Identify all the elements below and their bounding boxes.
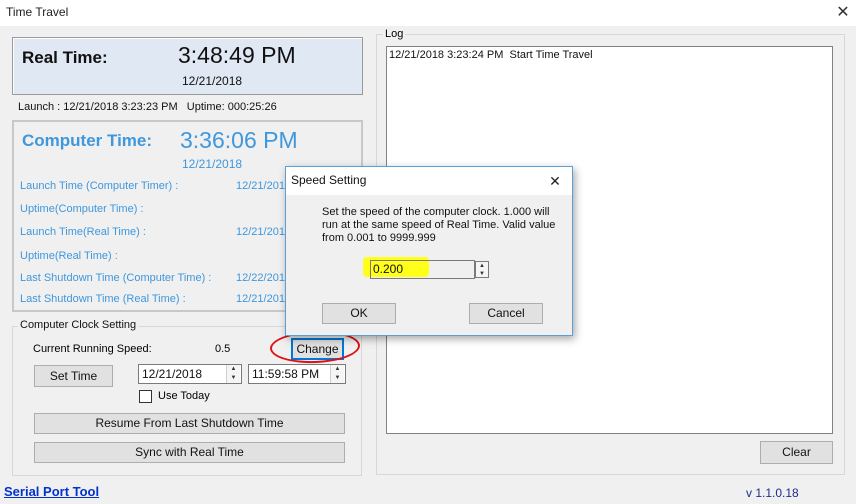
log-title: Log — [383, 28, 406, 40]
dialog-message: Set the speed of the computer clock. 1.0… — [322, 206, 556, 244]
running-speed-label: Current Running Speed: — [33, 343, 152, 355]
real-time-label: Real Time: — [22, 48, 108, 67]
spin-down-icon[interactable]: ▼ — [227, 374, 240, 383]
speed-input-value: 0.200 — [373, 262, 404, 276]
computer-time-date: 12/21/2018 — [182, 157, 243, 171]
launch-time-computer-value: 12/21/201 — [236, 180, 285, 192]
set-time-button[interactable]: Set Time — [34, 365, 113, 387]
sync-real-time-button[interactable]: Sync with Real Time — [34, 442, 345, 463]
use-today-label: Use Today — [158, 390, 210, 402]
window-title: Time Travel — [6, 5, 69, 19]
launch-time-computer-label: Launch Time (Computer Timer) : — [20, 180, 179, 192]
launch-time-real-label: Launch Time(Real Time) : — [20, 226, 146, 238]
date-spinner[interactable]: ▲ ▼ — [226, 365, 240, 383]
version-label: v 1.1.0.18 — [746, 486, 799, 500]
time-value: 11:59:58 PM — [252, 367, 320, 381]
date-value: 12/21/2018 — [142, 367, 203, 381]
launch-uptime-line: Launch : 12/21/2018 3:23:23 PM Uptime: 0… — [18, 101, 277, 113]
running-speed-value: 0.5 — [215, 343, 231, 355]
dialog-title: Speed Setting — [291, 173, 367, 187]
title-bar — [0, 0, 856, 26]
uptime-real-label: Uptime(Real Time) : — [20, 250, 118, 262]
clock-setting-title: Computer Clock Setting — [18, 319, 139, 331]
last-shutdown-computer-value: 12/22/201 — [236, 272, 285, 284]
dialog-cancel-button[interactable]: Cancel — [469, 303, 543, 324]
spin-down-icon[interactable]: ▼ — [331, 374, 344, 383]
computer-time-label: Computer Time: — [22, 131, 153, 150]
spin-up-icon[interactable]: ▲ — [476, 262, 488, 270]
time-spinner[interactable]: ▲ ▼ — [330, 365, 344, 383]
spin-down-icon[interactable]: ▼ — [476, 270, 488, 278]
resume-shutdown-button[interactable]: Resume From Last Shutdown Time — [34, 413, 345, 434]
last-shutdown-real-label: Last Shutdown Time (Real Time) : — [20, 293, 186, 305]
speed-spinner[interactable]: ▲ ▼ — [475, 261, 489, 278]
launch-time-real-value: 12/21/201 — [236, 226, 285, 238]
close-icon[interactable]: ✕ — [833, 3, 853, 23]
computer-time-clock: 3:36:06 PM — [180, 127, 298, 153]
spin-up-icon[interactable]: ▲ — [331, 365, 344, 374]
last-shutdown-computer-label: Last Shutdown Time (Computer Time) : — [20, 272, 212, 284]
spin-up-icon[interactable]: ▲ — [227, 365, 240, 374]
use-today-checkbox[interactable] — [139, 390, 152, 403]
serial-port-tool-link[interactable]: Serial Port Tool — [4, 484, 99, 499]
dialog-close-icon[interactable]: ✕ — [546, 172, 564, 190]
log-entry: 12/21/2018 3:23:24 PM Start Time Travel — [389, 49, 593, 61]
clear-log-button[interactable]: Clear — [760, 441, 833, 464]
dialog-ok-button[interactable]: OK — [322, 303, 396, 324]
real-time-date: 12/21/2018 — [182, 74, 243, 88]
last-shutdown-real-value: 12/21/201 — [236, 293, 285, 305]
uptime-computer-label: Uptime(Computer Time) : — [20, 203, 144, 215]
real-time-clock: 3:48:49 PM — [178, 42, 296, 68]
speed-input[interactable]: 0.200 — [370, 260, 475, 279]
